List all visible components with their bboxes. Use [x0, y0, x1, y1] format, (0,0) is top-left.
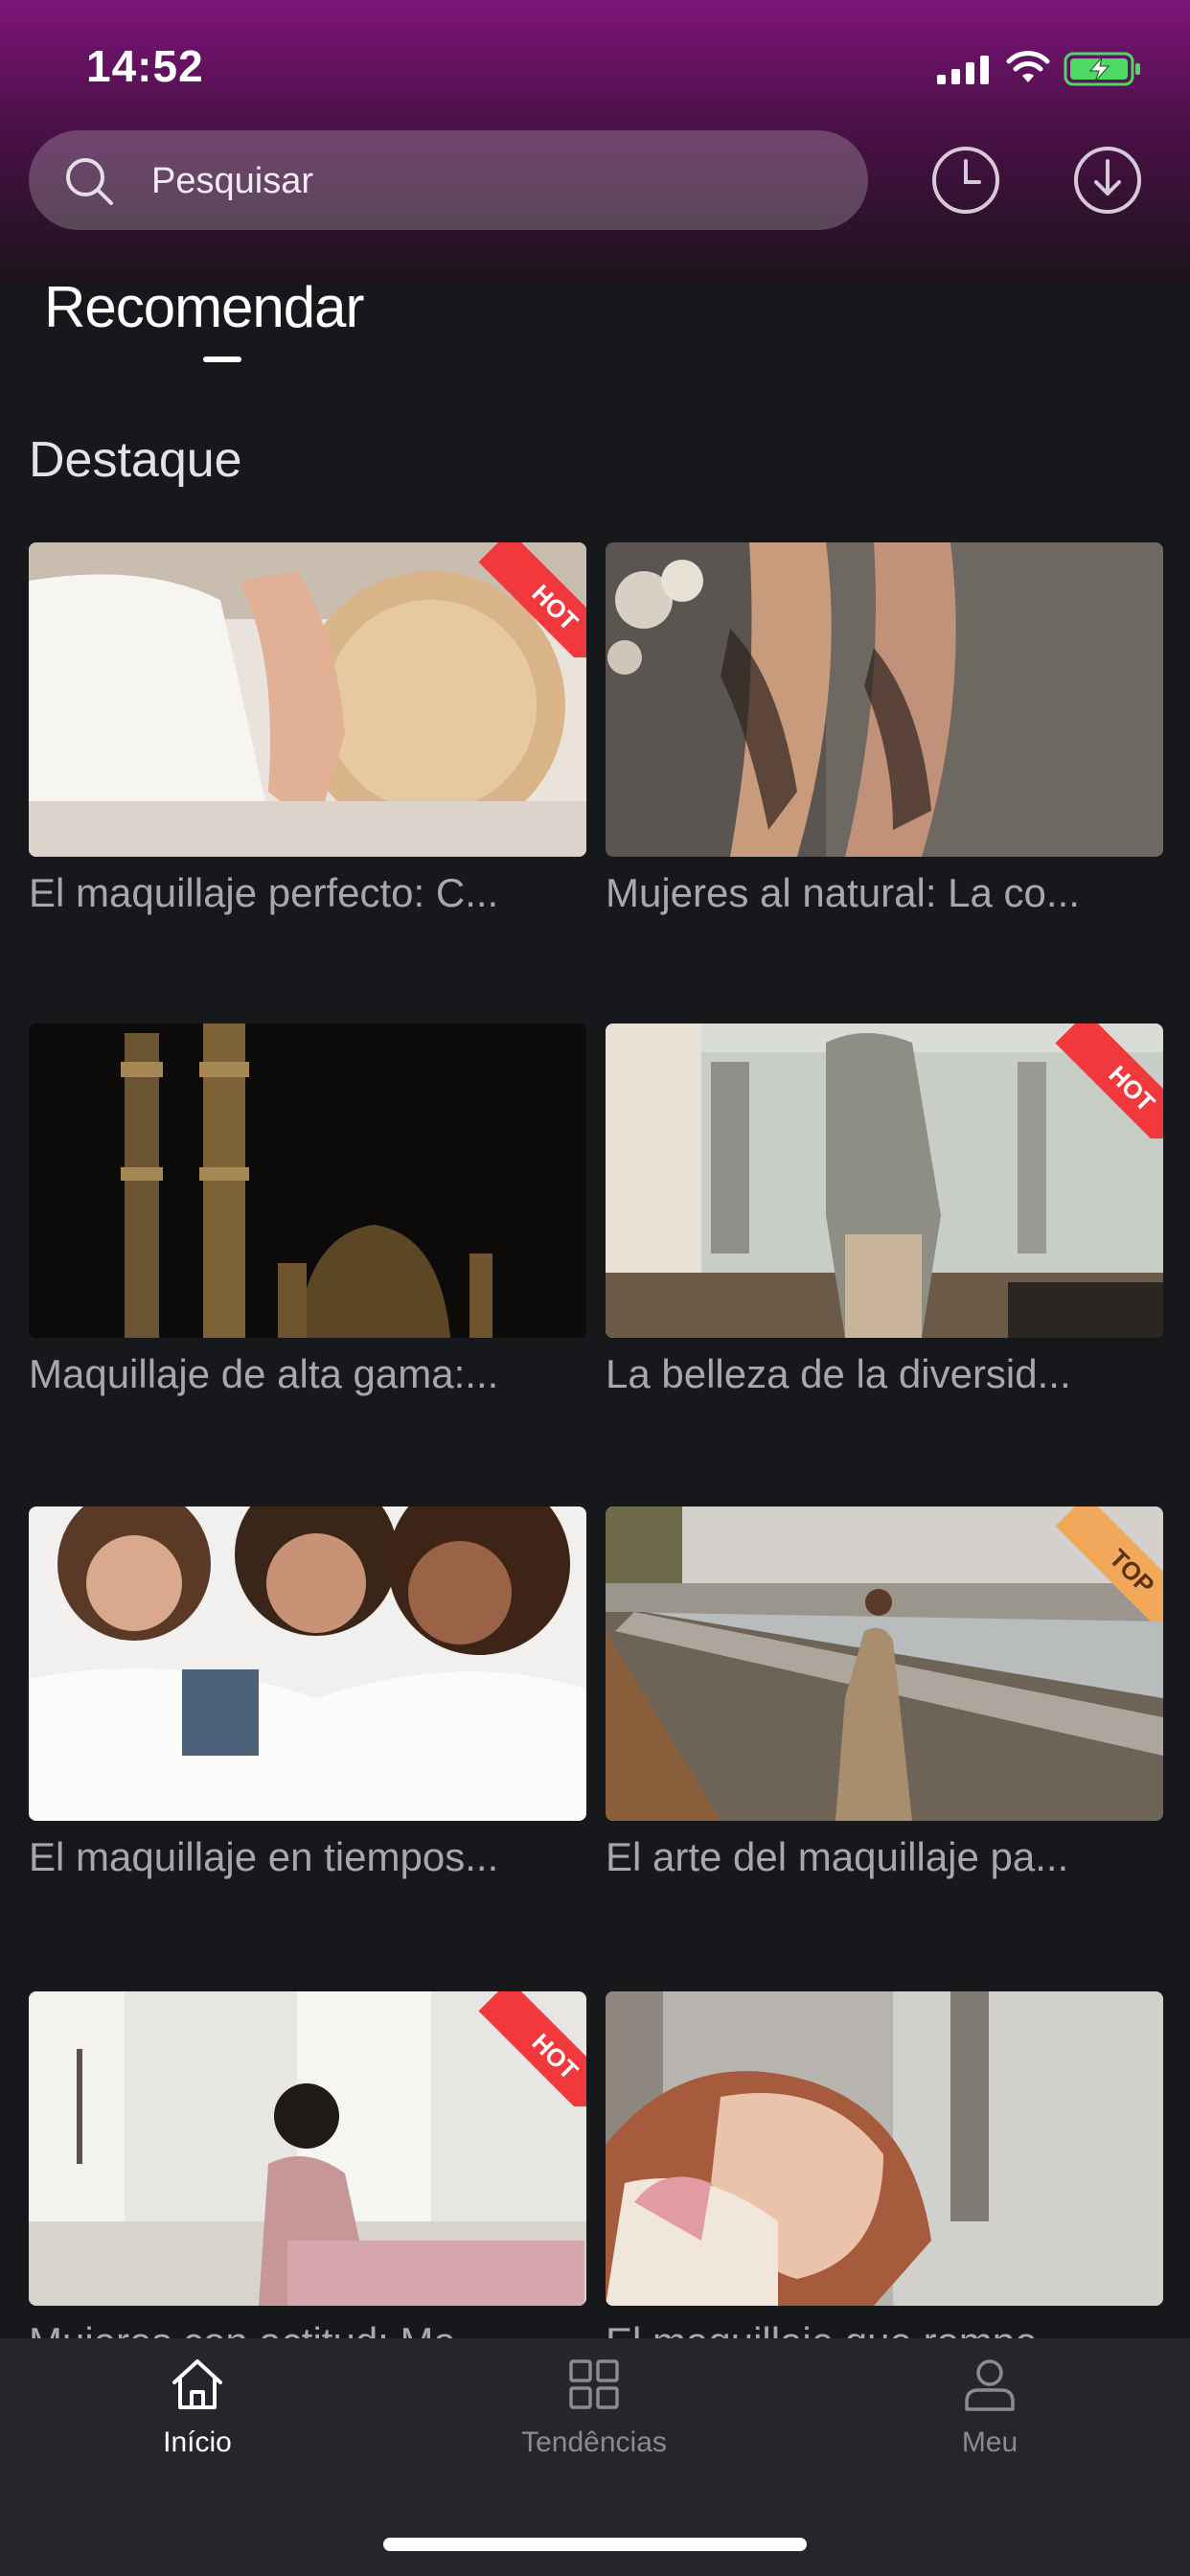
history-clock-icon[interactable]	[929, 144, 1002, 217]
video-card[interactable]: El maquillaje en tiempos...	[29, 1506, 586, 1880]
home-icon	[172, 2359, 222, 2409]
nav-label: Meu	[961, 2426, 1018, 2458]
grid-icon	[569, 2359, 619, 2409]
hot-badge: HOT	[471, 542, 586, 657]
top-badge: TOP	[1048, 1506, 1163, 1622]
nav-label: Tendências	[521, 2426, 667, 2458]
video-thumbnail: TOP	[606, 1506, 1163, 1821]
download-icon[interactable]	[1071, 144, 1144, 217]
video-card[interactable]: Maquillaje de alta gama:...	[29, 1024, 586, 1397]
video-card[interactable]: Mujeres al natural: La co...	[606, 542, 1163, 916]
video-title: Mujeres al natural: La co...	[606, 870, 1080, 915]
video-card[interactable]: TOP El arte del maquillaje pa...	[606, 1506, 1163, 1880]
video-title: El maquillaje en tiempos...	[29, 1834, 499, 1879]
battery-charging-icon	[1064, 52, 1140, 86]
wifi-icon	[1006, 51, 1050, 82]
user-icon	[965, 2359, 1015, 2411]
hot-badge: HOT	[471, 1991, 586, 2106]
video-thumbnail	[606, 542, 1163, 857]
video-card[interactable]: El maquillaje que rompe...	[606, 1991, 1163, 2338]
tab-active-indicator	[203, 356, 241, 362]
video-title: Maquillaje de alta gama:...	[29, 1351, 499, 1396]
video-title: El maquillaje perfecto: C...	[29, 870, 499, 915]
nav-item-meu[interactable]: Meu	[875, 2356, 1105, 2459]
home-indicator[interactable]	[383, 2538, 807, 2551]
search-bar[interactable]: Pesquisar	[29, 130, 868, 230]
video-card[interactable]: HOT Mujeres con actitud: Ma...	[29, 1991, 586, 2338]
video-card[interactable]: HOT La belleza de la diversid...	[606, 1024, 1163, 1397]
nav-item-inicio[interactable]: Início	[82, 2356, 312, 2459]
section-title: Destaque	[29, 432, 242, 488]
search-icon	[66, 158, 113, 205]
tab-recomendar[interactable]: Recomendar	[44, 274, 365, 340]
cellular-signal-icon	[937, 56, 989, 84]
video-title: El arte del maquillaje pa...	[606, 1834, 1069, 1879]
card-row-clip: HOT Mujeres con actitud: Ma... El maquil…	[0, 1991, 1190, 2338]
nav-label: Início	[163, 2426, 232, 2458]
video-thumbnail	[29, 1024, 586, 1338]
video-title: Mujeres con actitud: Ma...	[29, 2319, 586, 2338]
video-thumbnail: HOT	[606, 1024, 1163, 1338]
video-thumbnail: HOT	[29, 1991, 586, 2306]
video-thumbnail	[606, 1991, 1163, 2306]
hot-badge: HOT	[1048, 1024, 1163, 1138]
search-placeholder: Pesquisar	[151, 161, 313, 201]
video-thumbnail: HOT	[29, 542, 586, 857]
video-title: El maquillaje que rompe...	[606, 2319, 1163, 2338]
video-title: La belleza de la diversid...	[606, 1351, 1071, 1396]
nav-item-tendencias[interactable]: Tendências	[479, 2356, 709, 2459]
status-bar: 14:52	[0, 0, 1190, 134]
video-card[interactable]: HOT El maquillaje perfecto: C...	[29, 542, 586, 916]
video-thumbnail	[29, 1506, 586, 1821]
status-time: 14:52	[86, 41, 204, 91]
